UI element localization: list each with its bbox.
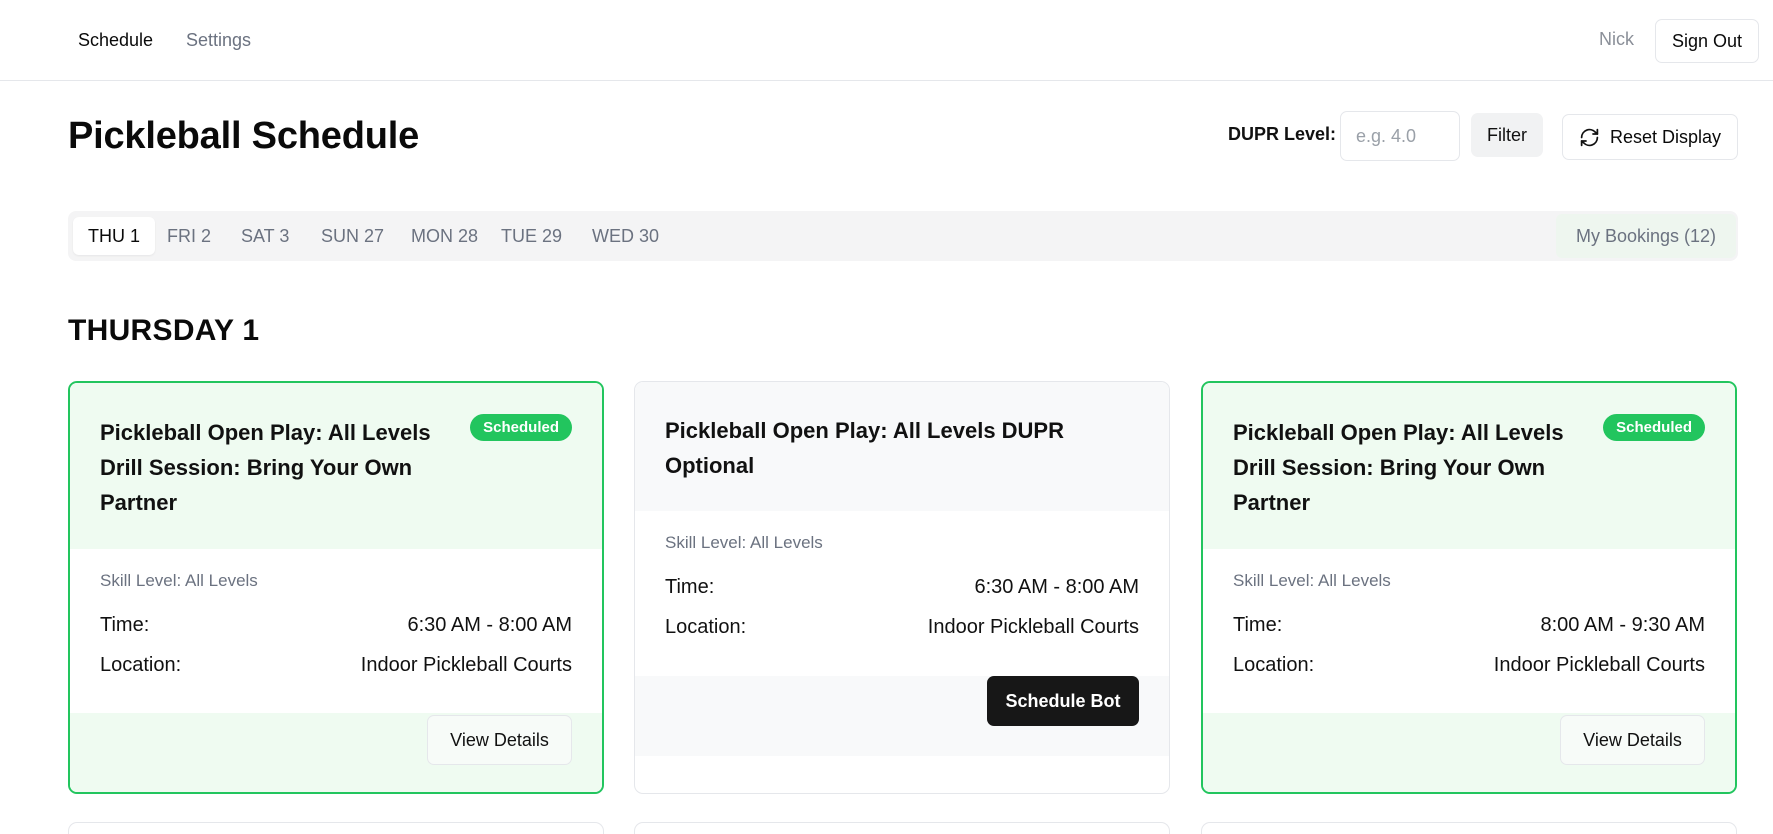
dupr-level-input[interactable] [1340,111,1460,161]
tab-sun-27[interactable]: SUN 27 [306,217,399,255]
card-header: Pickleball Open Play: All Levels DUPR Op… [635,382,1169,511]
time-label: Time: [1233,614,1283,636]
session-card-partial [634,822,1170,834]
view-details-button[interactable]: View Details [427,715,572,765]
time-label: Time: [100,614,150,636]
time-value: 6:30 AM - 8:00 AM [407,614,572,636]
card-footer: View Details [70,713,602,792]
view-details-button[interactable]: View Details [1560,715,1705,765]
card-header: Pickleball Open Play: All Levels Drill S… [1203,383,1735,549]
card-footer: Schedule Bot [635,676,1169,756]
location-value: Indoor Pickleball Courts [1493,654,1705,676]
session-card: Pickleball Open Play: All Levels Drill S… [1201,381,1737,794]
tab-fri-2[interactable]: FRI 2 [152,217,226,255]
session-title: Pickleball Open Play: All Levels DUPR Op… [665,418,1064,478]
location-value: Indoor Pickleball Courts [360,654,572,676]
card-body: Skill Level: All Levels Time: 6:30 AM - … [70,549,602,713]
filter-button[interactable]: Filter [1471,113,1543,157]
session-card-partial [68,822,604,834]
card-body: Skill Level: All Levels Time: 6:30 AM - … [635,511,1169,676]
skill-level: Skill Level: All Levels [100,571,258,590]
card-body: Skill Level: All Levels Time: 8:00 AM - … [1203,549,1735,713]
reset-display-label: Reset Display [1609,126,1722,147]
location-label: Location: [665,616,747,638]
skill-level: Skill Level: All Levels [665,533,823,552]
time-label: Time: [665,576,715,598]
time-value: 8:00 AM - 9:30 AM [1540,614,1705,636]
user-name: Nick [1599,29,1634,49]
day-tab-bar: THU 1 FRI 2 SAT 3 SUN 27 MON 28 TUE 29 W… [68,211,1738,261]
session-title: Pickleball Open Play: All Levels Drill S… [1233,420,1564,515]
top-nav: Schedule Settings Nick Sign Out [0,0,1773,81]
location-value: Indoor Pickleball Courts [927,616,1139,638]
location-label: Location: [100,654,182,676]
status-badge: Scheduled [1603,414,1705,441]
refresh-icon [1579,127,1600,148]
tab-mon-28[interactable]: MON 28 [396,217,493,255]
session-title: Pickleball Open Play: All Levels Drill S… [100,420,431,515]
tab-tue-29[interactable]: TUE 29 [486,217,577,255]
session-card: Pickleball Open Play: All Levels DUPR Op… [634,381,1170,794]
skill-level: Skill Level: All Levels [1233,571,1391,590]
dupr-level-label: DUPR Level: [1228,124,1337,144]
location-label: Location: [1233,654,1315,676]
nav-link-schedule[interactable]: Schedule [78,29,153,51]
session-card: Pickleball Open Play: All Levels Drill S… [68,381,604,794]
session-card-partial [1201,822,1737,834]
schedule-bot-button[interactable]: Schedule Bot [987,676,1139,726]
day-heading: THURSDAY 1 [68,314,260,347]
tab-thu-1[interactable]: THU 1 [73,217,156,255]
reset-display-button[interactable]: Reset Display [1562,114,1738,160]
nav-link-settings[interactable]: Settings [186,29,251,51]
page-title: Pickleball Schedule [68,115,420,157]
status-badge: Scheduled [470,414,572,441]
card-footer: View Details [1203,713,1735,792]
card-header: Pickleball Open Play: All Levels Drill S… [70,383,602,549]
tab-wed-30[interactable]: WED 30 [577,217,674,255]
tab-my-bookings[interactable]: My Bookings (12) [1556,214,1736,258]
sign-out-button[interactable]: Sign Out [1655,19,1759,63]
time-value: 6:30 AM - 8:00 AM [974,576,1139,598]
tab-sat-3[interactable]: SAT 3 [226,217,304,255]
